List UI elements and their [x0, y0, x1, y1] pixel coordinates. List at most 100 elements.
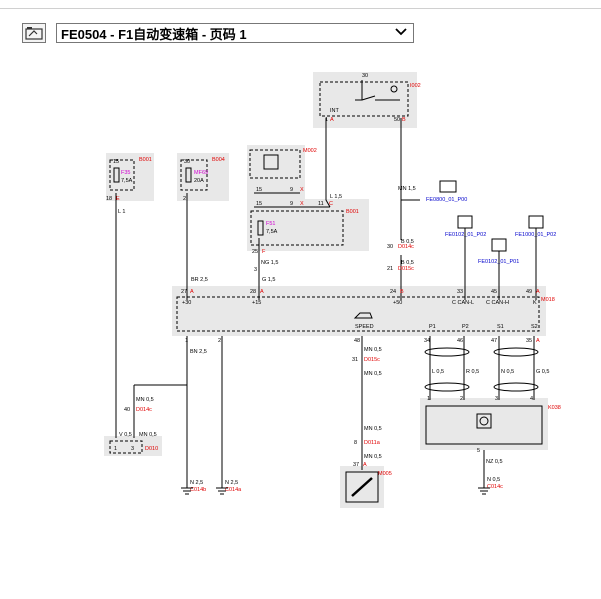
m018-p27l: A	[190, 289, 194, 295]
wire-mn05c: MN 0,5	[364, 426, 382, 432]
m018-b46: 46	[457, 338, 463, 344]
wire-bn25: BN 2,5	[190, 349, 207, 355]
wire-r05: R 0,5	[466, 369, 479, 375]
m002-r1-b: 9	[290, 187, 293, 193]
wire-mn05e: MN 0,5	[136, 397, 154, 403]
b001b-fuse-name: F51	[266, 221, 275, 227]
wire-v05: V 0,5	[119, 432, 132, 438]
d014c-top-pin: 30	[387, 244, 393, 250]
wire-g05: G 0,5	[536, 369, 549, 375]
m002-r2-x: X	[300, 201, 304, 207]
m018-lbl-p2: P2	[462, 324, 469, 330]
k038-id: K038	[548, 405, 561, 411]
ref-fe0102a-link[interactable]: FE0102_01_P02	[445, 232, 486, 238]
d014c-left: D014c	[136, 407, 152, 413]
wire-mn05-d010: MN 0,5	[139, 432, 157, 438]
i002-pin50-letter: B	[402, 117, 406, 123]
m002-r1-x: X	[300, 187, 304, 193]
m018-lbl-50: +50	[393, 300, 402, 306]
b001-fuse-rating: 7,5A	[121, 178, 133, 184]
wire-mn05a: MN 0,5	[364, 347, 382, 353]
m018-lbl-speed: SPEED	[355, 324, 374, 330]
m018-p33: 33	[457, 289, 463, 295]
d014c-left-pin: 40	[124, 407, 130, 413]
wire-g15: G 1,5	[262, 277, 275, 283]
k038-p3: 3	[495, 396, 498, 402]
ref-fe0800-icon	[439, 180, 457, 193]
m002-r2-b: 9	[290, 201, 293, 207]
wire-mn05b: MN 0,5	[364, 371, 382, 377]
m005-pin: 37	[353, 462, 359, 468]
m018-lbl-15: +15	[252, 300, 261, 306]
wire-br25: BR 2,5	[191, 277, 208, 283]
m002-r1-a: 15	[256, 187, 262, 193]
m018-p28: 28	[250, 289, 256, 295]
ref-fe0102b-icon	[491, 238, 507, 252]
i002-pin-top: 30	[362, 73, 368, 79]
page-select[interactable]: FE0504 - F1自动变速箱 - 页码 1	[56, 23, 414, 43]
b001b-pin-bottom: 25	[252, 249, 258, 255]
d011a-pin: 8	[354, 440, 357, 446]
i002-pin1-letter: A	[330, 117, 334, 123]
b004-id: B004	[212, 157, 225, 163]
b001b-pin-top: 11	[318, 201, 324, 207]
pin3-left: 3	[254, 267, 257, 273]
m005-pin-letter: A	[363, 462, 367, 468]
i002-pin50: 50	[394, 117, 400, 123]
m018-b48: 48	[354, 338, 360, 344]
m018-lbl-30: +30	[182, 300, 191, 306]
m018-p49: 49	[526, 289, 532, 295]
d011a: D011a	[364, 440, 381, 446]
m018-p45: 45	[491, 289, 497, 295]
wire-n25a: N 2,5	[190, 480, 203, 486]
m018-p24: 24	[390, 289, 396, 295]
wire-n05: N 0,5	[501, 369, 514, 375]
b001-id: B001	[139, 157, 152, 163]
wire-mn05d: MN 0,5	[364, 454, 382, 460]
i002-id: I002	[410, 83, 421, 89]
m018-p27: 27	[181, 289, 187, 295]
ref-fe0800-link[interactable]: FE0800_01_P00	[426, 197, 467, 203]
m018-lbl-canl: C CAN-L	[452, 300, 474, 306]
m018-b34: 34	[424, 338, 430, 344]
m002-r2-a: 15	[256, 201, 262, 207]
wire-ng15: NG 1,5	[261, 260, 278, 266]
m018-id: M018	[541, 297, 555, 303]
d014c-top: D014c	[398, 244, 414, 250]
warning-icon	[528, 215, 544, 229]
b004-fuse-rating: 20A	[194, 178, 204, 184]
view-toggle-icon	[25, 27, 43, 40]
b004-pin-bottom: 2	[183, 196, 186, 202]
m018-p28l: A	[260, 289, 264, 295]
wire-l15: L 1,5	[330, 194, 342, 200]
b001-pin-bottom: 18	[106, 196, 112, 202]
chevron-down-icon	[395, 28, 407, 36]
k038-p1: 1	[427, 396, 430, 402]
b001-pin-bottom-letter: E	[116, 196, 120, 202]
page-select-value: FE0504 - F1自动变速箱 - 页码 1	[61, 26, 247, 42]
d010-id: D010	[145, 446, 158, 452]
ground-c014c: C014c	[487, 484, 503, 490]
m018-lbl-canh: C CAN-H	[486, 300, 509, 306]
wire-n05b: N 0,5	[487, 477, 500, 483]
b001b-fuse-rating: 7,5A	[266, 229, 278, 235]
m005-id: M005	[378, 471, 392, 477]
d010-p1: 1	[114, 446, 117, 452]
m018-lbl-s1: S1	[497, 324, 504, 330]
b001-pin-top: 15	[113, 159, 119, 165]
wire-l05: L 0,5	[432, 369, 444, 375]
k038-p4: 4	[530, 396, 533, 402]
toolbar: FE0504 - F1自动变速箱 - 页码 1	[22, 21, 414, 45]
view-toggle-button[interactable]	[22, 23, 46, 43]
wire-n25b: N 2,5	[225, 480, 238, 486]
wiring-diagram: 30 I002 INT 1 A 50 B 15 B001 F35 7,5A 18…	[104, 72, 561, 508]
ref-fe0102a-icon	[457, 215, 473, 229]
m018-b35: 35	[526, 338, 532, 344]
wire-nz05: NZ 0,5	[486, 459, 503, 465]
i002-pin1: 1	[325, 117, 328, 123]
m018-lbl-k: K	[533, 300, 537, 306]
m018-p24l: B	[400, 289, 404, 295]
b004-fuse-name: MF69	[194, 170, 208, 176]
m018-b2: 2	[218, 338, 221, 344]
m018-lbl-s2: S2	[531, 324, 538, 330]
